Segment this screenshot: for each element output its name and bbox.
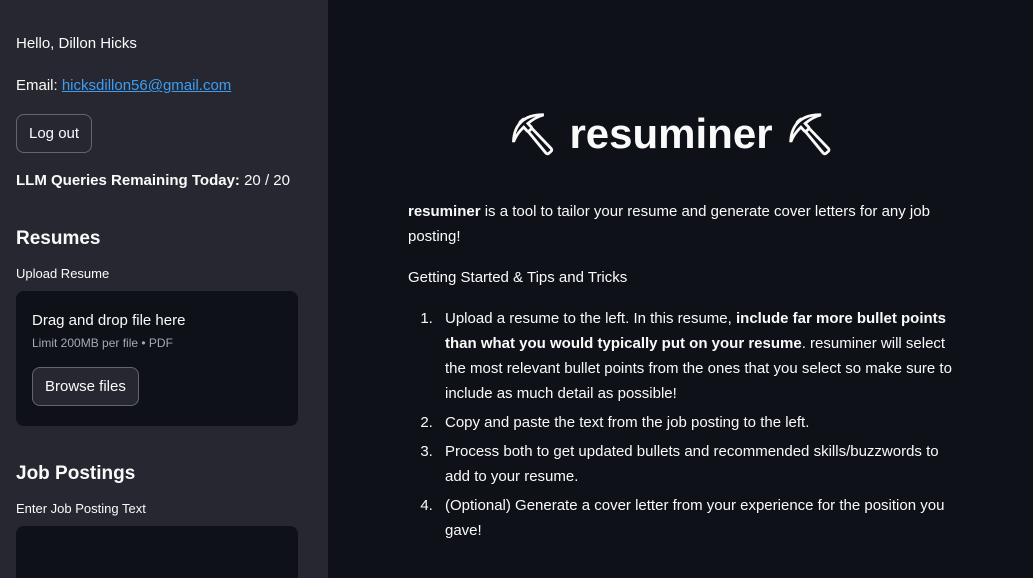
pickaxe-icon: ⛏ <box>507 113 558 157</box>
browse-files-button[interactable]: Browse files <box>32 367 139 406</box>
job-posting-textarea[interactable] <box>16 526 298 578</box>
intro-bold: resuminer <box>408 203 481 220</box>
queries-value: 20 / 20 <box>239 172 290 189</box>
tips-header: Getting Started & Tips and Tricks <box>408 269 628 286</box>
list-item: Upload a resume to the left. In this res… <box>437 306 958 406</box>
app: Hello, Dillon Hicks Email: hicksdillon56… <box>0 0 1033 578</box>
queries-label: LLM Queries Remaining Today: <box>16 172 240 189</box>
pickaxe-icon: ⛏ <box>784 113 835 157</box>
email-link[interactable]: hicksdillon56@gmail.com <box>62 77 231 94</box>
step1-text-a: Upload a resume to the left. In this res… <box>445 310 736 327</box>
title-text: resuminer <box>569 110 773 157</box>
list-item: Copy and paste the text from the job pos… <box>437 410 958 435</box>
page-title: ⛏ resuminer ⛏ <box>408 108 934 161</box>
steps-list: Upload a resume to the left. In this res… <box>408 306 958 543</box>
email-label: Email: <box>16 77 62 94</box>
sidebar: Hello, Dillon Hicks Email: hicksdillon56… <box>0 0 328 578</box>
resume-dropzone[interactable]: Drag and drop file here Limit 200MB per … <box>16 291 298 426</box>
list-item: (Optional) Generate a cover letter from … <box>437 493 958 543</box>
main-content: ⛏ resuminer ⛏ resuminer is a tool to tai… <box>328 0 1033 578</box>
resumes-header: Resumes <box>16 228 101 249</box>
dropzone-title: Drag and drop file here <box>32 312 186 329</box>
email-line: Email: hicksdillon56@gmail.com <box>16 76 298 96</box>
intro-rest: is a tool to tailor your resume and gene… <box>408 203 930 245</box>
list-item: Process both to get updated bullets and … <box>437 439 958 489</box>
job-posting-label: Enter Job Posting Text <box>16 501 146 516</box>
logout-button[interactable]: Log out <box>16 114 93 153</box>
greeting-text: Hello, Dillon Hicks <box>16 35 137 52</box>
description: resuminer is a tool to tailor your resum… <box>408 199 958 543</box>
intro-paragraph: resuminer is a tool to tailor your resum… <box>408 199 958 249</box>
upload-resume-label: Upload Resume <box>16 266 110 281</box>
job-postings-header: Job Postings <box>16 463 136 484</box>
queries-remaining: LLM Queries Remaining Today: 20 / 20 <box>16 171 298 191</box>
dropzone-limit: Limit 200MB per file • PDF <box>32 336 173 350</box>
